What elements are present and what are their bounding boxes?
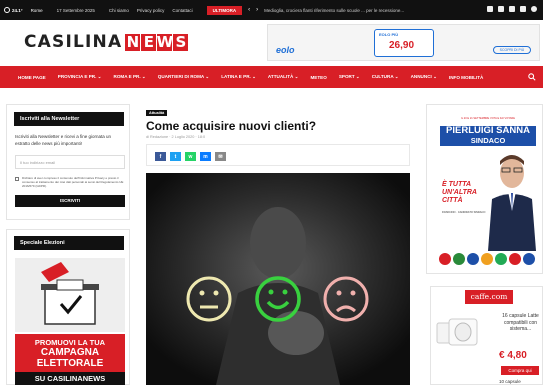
article-hero-image[interactable] bbox=[146, 173, 410, 385]
email-field[interactable]: Il tuo indirizzo email bbox=[15, 155, 125, 169]
nav-item-latina[interactable]: LATINA E PR. ⌄ bbox=[221, 74, 256, 80]
ad-offer-box: EOLO PIÙ 26,90 bbox=[374, 29, 434, 57]
logo-letter: W bbox=[156, 33, 174, 51]
elezioni-promo[interactable]: PROMUOVI LA TUA CAMPAGNA ELETTORALE SU C… bbox=[15, 334, 125, 385]
link-chi-siamo[interactable]: Chi siamo bbox=[109, 8, 129, 13]
article-category-badge[interactable]: Attualità bbox=[146, 110, 168, 116]
whatsapp-icon: w bbox=[188, 153, 193, 160]
subscribe-button[interactable]: ISCRIVITI bbox=[15, 195, 125, 207]
temperature: 24.1° bbox=[12, 7, 23, 13]
nav-item-info-mobilita[interactable]: INFO MOBILITÀ bbox=[449, 75, 483, 80]
logo-letter: S bbox=[173, 33, 189, 51]
logo-letter: E bbox=[141, 33, 157, 51]
nav-item-home[interactable]: HOME PAGE bbox=[18, 75, 46, 80]
settings-icon[interactable] bbox=[531, 6, 537, 12]
caffe-ad-more: 10 capsule bbox=[499, 379, 521, 384]
candidate-ad[interactable]: IL 20 E 21 SETTEMBRE VOTA E FAI VOTARE P… bbox=[426, 104, 543, 274]
ticker-arrows: ‹ › bbox=[248, 7, 258, 13]
nav-item-quartieri[interactable]: QUARTIERI DI ROMA ⌄ bbox=[158, 74, 209, 80]
instagram-icon[interactable] bbox=[509, 6, 515, 12]
facebook-icon: f bbox=[159, 153, 162, 160]
newsletter-title: Iscriviti alla Newsletter bbox=[14, 112, 124, 126]
ultima-ora-label: ULTIMORA bbox=[206, 5, 243, 15]
logo-letter: N bbox=[125, 33, 141, 51]
facebook-icon[interactable] bbox=[487, 6, 493, 12]
top-bar: 24.1° Rome 17 Settembre 2025 Chi siamo P… bbox=[0, 0, 543, 20]
promo-line-2: CAMPAGNA ELETTORALE bbox=[36, 347, 104, 369]
candidate-role: SINDACO bbox=[470, 136, 506, 145]
elezioni-title: Speciale Elezioni bbox=[14, 236, 124, 250]
mail-icon: ✉ bbox=[218, 153, 223, 160]
consent-checkbox[interactable] bbox=[15, 177, 19, 181]
current-date: 17 Settembre 2025 bbox=[56, 7, 95, 13]
logo-casilina: CASILINA bbox=[24, 32, 123, 52]
capsule-product-image bbox=[436, 318, 478, 346]
nav-item-provincia[interactable]: PROVINCIA E PR. ⌄ bbox=[58, 74, 102, 80]
twitter-icon[interactable] bbox=[498, 6, 504, 12]
main-nav: HOME PAGE PROVINCIA E PR. ⌄ ROMA E PR. ⌄… bbox=[0, 66, 543, 88]
nav-item-annunci[interactable]: ANNUNCI ⌄ bbox=[411, 74, 437, 80]
ad-offer-title: EOLO PIÙ bbox=[379, 32, 399, 37]
share-messenger-button[interactable]: m bbox=[200, 152, 211, 161]
elezioni-widget: Speciale Elezioni PROMUOVI LA TUA CAMPAG… bbox=[6, 229, 130, 385]
promo-line-3: SU CASILINANEWS bbox=[15, 372, 125, 385]
ad-offer-price: 26,90 bbox=[389, 40, 415, 51]
candidate-ad-caption: IL 20 E 21 SETTEMBRE VOTA E FAI VOTARE bbox=[460, 117, 515, 120]
newsletter-widget: Iscriviti alla Newsletter Iscriviti alla… bbox=[6, 104, 130, 220]
share-bar: f t w m ✉ bbox=[146, 144, 410, 166]
link-privacy-policy[interactable]: Privacy policy bbox=[137, 8, 165, 13]
ad-cta-button[interactable]: SCOPRI DI PIÙ bbox=[493, 46, 531, 54]
logo-news: N E W S bbox=[125, 33, 189, 51]
nav-item-meteo[interactable]: METEO bbox=[310, 75, 326, 80]
consent-text: Dichiaro di aver compreso il contenuto d… bbox=[22, 176, 124, 188]
twitter-icon: t bbox=[174, 153, 177, 160]
share-email-button[interactable]: ✉ bbox=[215, 152, 226, 161]
weather-city: Rome bbox=[30, 7, 43, 13]
candidate-name: PIERLUIGI SANNA bbox=[446, 125, 530, 136]
caffe-brand: caffe.com bbox=[465, 290, 513, 304]
chevron-left-icon[interactable]: ‹ bbox=[248, 7, 250, 13]
chevron-right-icon[interactable]: › bbox=[256, 7, 258, 13]
messenger-icon: m bbox=[203, 153, 208, 160]
sun-icon bbox=[4, 7, 10, 13]
link-contattaci[interactable]: Contattaci bbox=[172, 8, 192, 13]
hero-illustration bbox=[146, 173, 410, 385]
nav-item-attualita[interactable]: ATTUALITÀ ⌄ bbox=[268, 74, 299, 80]
caffe-ad[interactable]: caffe.com 16 capsule Latte compatibili c… bbox=[430, 286, 543, 385]
weather-widget[interactable]: 24.1° bbox=[4, 7, 23, 13]
candidate-ad-card: IL 20 E 21 SETTEMBRE VOTA E FAI VOTARE P… bbox=[434, 113, 542, 269]
candidate-subtext: FIUMICINO · CANDIDATO SINDACO bbox=[442, 211, 486, 214]
caffe-ad-price: € 4,80 bbox=[499, 350, 527, 361]
article-meta: di Redazione · 2 Luglio 2020 · 18:0 bbox=[146, 135, 206, 139]
caffe-ad-text: 16 capsule Latte compatibili con sistema… bbox=[502, 313, 539, 332]
share-whatsapp-button[interactable]: w bbox=[185, 152, 196, 161]
nav-item-cultura[interactable]: CULTURA ⌄ bbox=[372, 74, 399, 80]
search-icon[interactable] bbox=[528, 73, 536, 81]
party-logos bbox=[439, 253, 535, 265]
candidate-photo bbox=[488, 155, 536, 251]
youtube-icon[interactable] bbox=[520, 6, 526, 12]
ballot-box-image[interactable] bbox=[15, 258, 125, 332]
news-ticker[interactable]: Medioglia, crociera flanti riferimento s… bbox=[264, 8, 404, 13]
caffe-buy-button[interactable]: Compra qui bbox=[501, 366, 539, 375]
ad-brand: eolo bbox=[276, 45, 295, 55]
article-title: Come acquisire nuovi clienti? bbox=[146, 119, 317, 133]
share-facebook-button[interactable]: f bbox=[155, 152, 166, 161]
ballot-box-icon bbox=[15, 258, 125, 332]
nav-item-roma[interactable]: ROMA E PR. ⌄ bbox=[114, 74, 146, 80]
nav-item-sport[interactable]: SPORT ⌄ bbox=[339, 74, 360, 80]
social-links bbox=[487, 6, 537, 12]
newsletter-description: Iscriviti alla Newsletter e ricevi a fin… bbox=[15, 134, 112, 146]
share-twitter-button[interactable]: t bbox=[170, 152, 181, 161]
site-logo[interactable]: CASILINA N E W S bbox=[24, 32, 189, 52]
candidate-name-box: PIERLUIGI SANNA SINDACO bbox=[440, 126, 536, 146]
candidate-motto: È TUTTA UN'ALTRA CITTÀ bbox=[442, 181, 477, 204]
header-ad-banner[interactable]: eolo EOLO PIÙ 26,90 SCOPRI DI PIÙ bbox=[267, 24, 540, 61]
promo-line-1: PROMUOVI LA TUA bbox=[34, 338, 106, 347]
